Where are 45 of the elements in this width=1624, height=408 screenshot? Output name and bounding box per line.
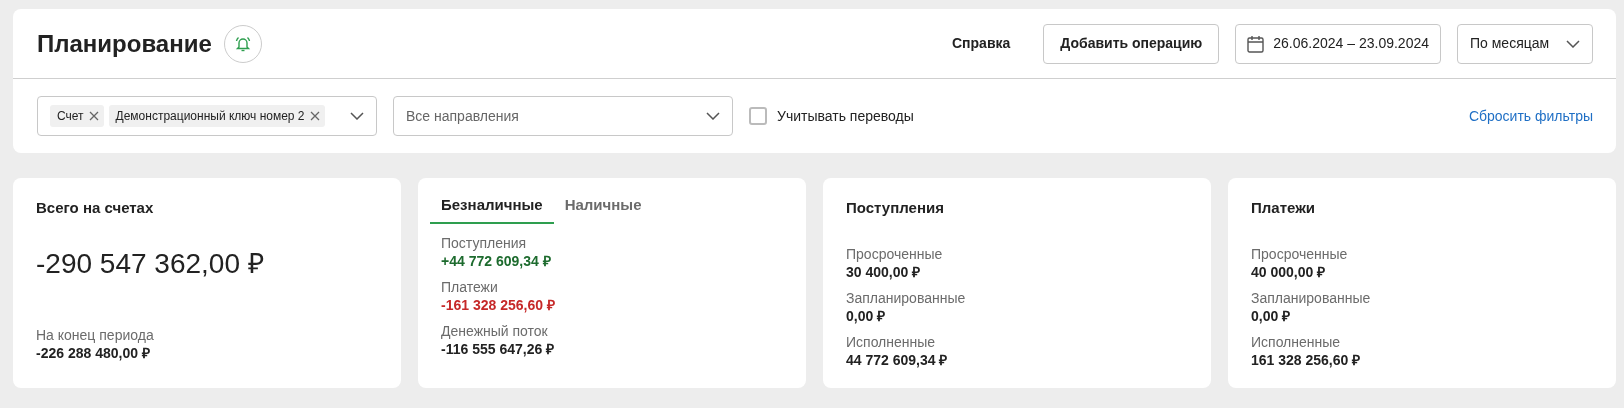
metric-value: 0,00 ₽ — [1251, 306, 1292, 325]
metric-label: Поступления — [441, 234, 528, 252]
metric-label: Денежный поток — [441, 322, 549, 340]
tab[interactable]: Безналичные — [430, 188, 554, 224]
metric-value: 161 328 256,60 ₽ — [1251, 350, 1362, 369]
metric-value: -116 555 647,26 ₽ — [441, 340, 556, 358]
metric-label: Просроченные — [1251, 244, 1349, 263]
chevron-down-icon — [1566, 39, 1580, 48]
metric-label: Платежи — [441, 278, 499, 296]
metric-value: -226 288 480,00 ₽ — [36, 344, 151, 362]
metric-value: 40 000,00 ₽ — [1251, 262, 1327, 281]
reset-filters-link[interactable]: Сбросить фильтры — [1468, 105, 1593, 127]
add-operation-button[interactable]: Добавить операцию — [1043, 23, 1220, 64]
card-title: Всего на счетах — [36, 198, 155, 218]
close-icon[interactable] — [309, 111, 320, 121]
calendar-icon — [1247, 34, 1265, 53]
total-amount: -290 547 362,00 ₽ — [36, 246, 265, 281]
account-select[interactable]: Счет Демонстрационный ключ номер 2 — [37, 96, 377, 136]
account-chip[interactable]: Счет — [50, 105, 104, 127]
bell-icon — [233, 34, 252, 53]
directions-select[interactable]: Все направления — [393, 96, 733, 136]
metric-value: 44 772 609,34 ₽ — [846, 350, 949, 369]
chevron-down-icon — [350, 112, 364, 120]
page-title: Планирование — [37, 28, 212, 59]
account-chip[interactable]: Демонстрационный ключ номер 2 — [108, 105, 325, 127]
metric-label: Запланированные — [1251, 288, 1372, 307]
checkbox-label: Учитывать переводы — [777, 106, 914, 126]
metric-value: 0,00 ₽ — [846, 306, 887, 325]
metric-label: Просроченные — [846, 244, 944, 263]
metric-label: Исполненные — [1251, 332, 1342, 351]
date-range-field[interactable]: 26.06.2024 – 23.09.2024 — [1235, 23, 1441, 64]
metric-value: 30 400,00 ₽ — [846, 262, 922, 281]
metric-label: Исполненные — [846, 332, 937, 351]
metric-value: +44 772 609,34 ₽ — [441, 252, 552, 270]
transfers-checkbox[interactable] — [749, 107, 767, 125]
metric-label: Запланированные — [846, 288, 967, 307]
metric-label: На конец периода — [36, 326, 155, 344]
card-title: Платежи — [1251, 198, 1316, 218]
close-icon[interactable] — [88, 111, 99, 121]
tab[interactable]: Наличные — [553, 188, 653, 224]
card-title: Поступления — [846, 198, 945, 218]
period-select[interactable]: По месяцам — [1457, 23, 1593, 64]
chevron-down-icon — [706, 112, 720, 120]
metric-value: -161 328 256,60 ₽ — [441, 296, 556, 314]
help-link[interactable]: Справка — [952, 33, 1011, 54]
